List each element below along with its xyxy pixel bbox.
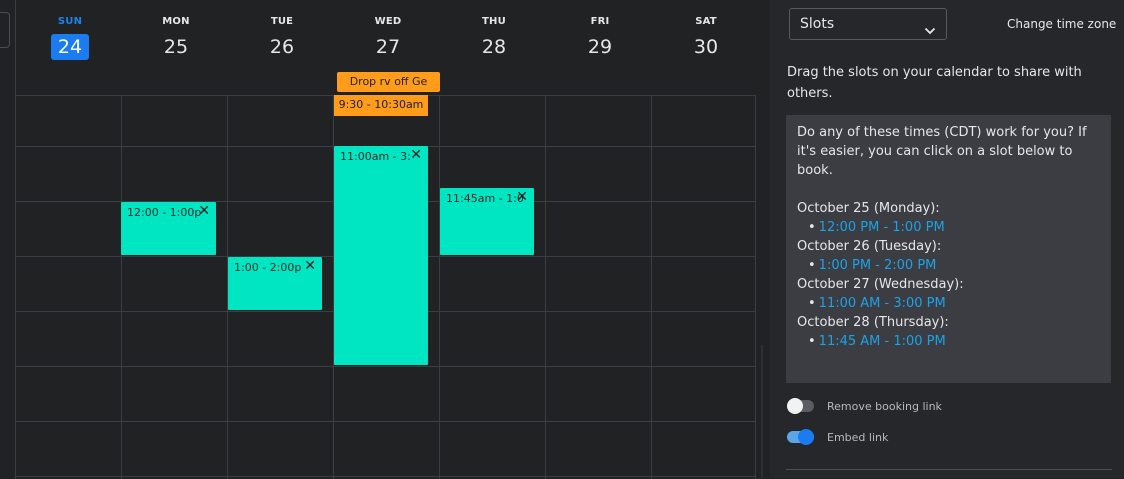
slot-link[interactable]: 12:00 PM - 1:00 PM (819, 220, 945, 235)
day-number: 25 (163, 36, 189, 58)
slot-date: October 25 (Monday): (797, 201, 940, 216)
slot-entry: • 11:45 AM - 1:00 PM (797, 332, 1100, 351)
toggle-label: Embed link (827, 430, 889, 444)
day-column-line (439, 96, 440, 479)
day-number: 29 (587, 36, 613, 58)
slot-time-label: 12:00 - 1:00p (127, 206, 202, 219)
day-column-line (15, 96, 16, 479)
day-of-week: SUN (57, 16, 83, 27)
toggle-knob (787, 398, 803, 414)
day-header-sun[interactable]: SUN 24 (17, 0, 123, 95)
hour-line (15, 476, 756, 477)
day-header-thu[interactable]: THU 28 (441, 0, 547, 95)
instructions-text: Drag the slots on your calendar to share… (787, 65, 1082, 101)
slot-link[interactable]: 11:00 AM - 3:00 PM (819, 296, 946, 311)
day-of-week: WED (374, 16, 402, 27)
slot-tuesday[interactable]: 1:00 - 2:00p ✕ (228, 257, 322, 310)
remove-booking-link-toggle[interactable] (787, 398, 814, 414)
change-time-zone-link[interactable]: Change time zone (1007, 17, 1116, 31)
day-number: 26 (269, 36, 295, 58)
divider (786, 469, 1112, 470)
bullet: • (808, 258, 816, 273)
chevron-down-icon (924, 18, 936, 48)
close-icon[interactable]: ✕ (304, 258, 316, 274)
slot-link[interactable]: 1:00 PM - 2:00 PM (819, 258, 937, 273)
share-text-box[interactable]: Do any of these times (CDT) work for you… (786, 115, 1111, 383)
slot-date: October 26 (Tuesday): (797, 239, 942, 254)
slots-panel: Slots Change time zone Drag the slots on… (770, 0, 1124, 478)
bullet: • (808, 296, 816, 311)
day-header-sat[interactable]: SAT 30 (653, 0, 759, 95)
day-of-week: FRI (590, 16, 610, 27)
all-day-event[interactable]: Drop rv off Ge (337, 72, 440, 92)
toggle-knob (798, 429, 814, 445)
slot-wednesday[interactable]: 11:00am - 3: ✕ (334, 146, 428, 365)
day-column-line (545, 96, 546, 479)
toggle-label: Remove booking link (827, 399, 942, 413)
slot-entry: • 1:00 PM - 2:00 PM (797, 256, 1100, 275)
share-intro: Do any of these times (CDT) work for you… (797, 125, 1087, 178)
slot-monday[interactable]: 12:00 - 1:00p ✕ (121, 202, 216, 255)
nav-button-partial[interactable] (0, 12, 10, 48)
calendar-week-view: SUN 24 MON 25 TUE 26 WED 27 THU 28 FRI 2… (0, 0, 770, 479)
scrollbar-track[interactable] (761, 345, 763, 478)
hour-line (15, 421, 756, 422)
header-divider (15, 0, 16, 95)
embed-link-row: Embed link (787, 427, 888, 447)
hour-line (15, 366, 756, 367)
close-icon[interactable]: ✕ (516, 189, 528, 205)
bullet: • (808, 220, 816, 235)
remove-booking-link-row: Remove booking link (787, 396, 942, 416)
slot-entry: • 11:00 AM - 3:00 PM (797, 294, 1100, 313)
slot-link[interactable]: 11:45 AM - 1:00 PM (819, 334, 946, 349)
day-of-week: TUE (270, 16, 294, 27)
day-number: 27 (375, 36, 401, 58)
day-header-fri[interactable]: FRI 29 (547, 0, 653, 95)
day-column-line (755, 96, 756, 479)
day-header-mon[interactable]: MON 25 (123, 0, 229, 95)
day-number: 30 (693, 36, 719, 58)
slot-entry: • 12:00 PM - 1:00 PM (797, 218, 1100, 237)
day-of-week: SAT (695, 16, 717, 27)
slot-date: October 28 (Thursday): (797, 315, 949, 330)
day-number: 28 (481, 36, 507, 58)
slot-thursday[interactable]: 11:45am - 1:0 ✕ (440, 188, 534, 255)
calendar-event[interactable]: 9:30 - 10:30am (334, 95, 428, 116)
day-number: 24 (51, 34, 89, 60)
embed-link-toggle[interactable] (787, 429, 814, 445)
mode-select[interactable]: Slots (789, 8, 947, 40)
day-of-week: THU (482, 16, 506, 27)
bullet: • (808, 334, 816, 349)
day-column-line (121, 96, 122, 479)
slot-time-label: 1:00 - 2:00p (234, 261, 302, 274)
close-icon[interactable]: ✕ (198, 203, 210, 219)
close-icon[interactable]: ✕ (410, 147, 422, 163)
mode-select-value: Slots (800, 16, 835, 32)
day-header-tue[interactable]: TUE 26 (229, 0, 335, 95)
day-of-week: MON (162, 16, 190, 27)
slot-time-label: 11:45am - 1:0 (446, 192, 524, 205)
slot-time-label: 11:00am - 3: (340, 150, 411, 163)
day-column-line (651, 96, 652, 479)
slot-date: October 27 (Wednesday): (797, 277, 964, 292)
